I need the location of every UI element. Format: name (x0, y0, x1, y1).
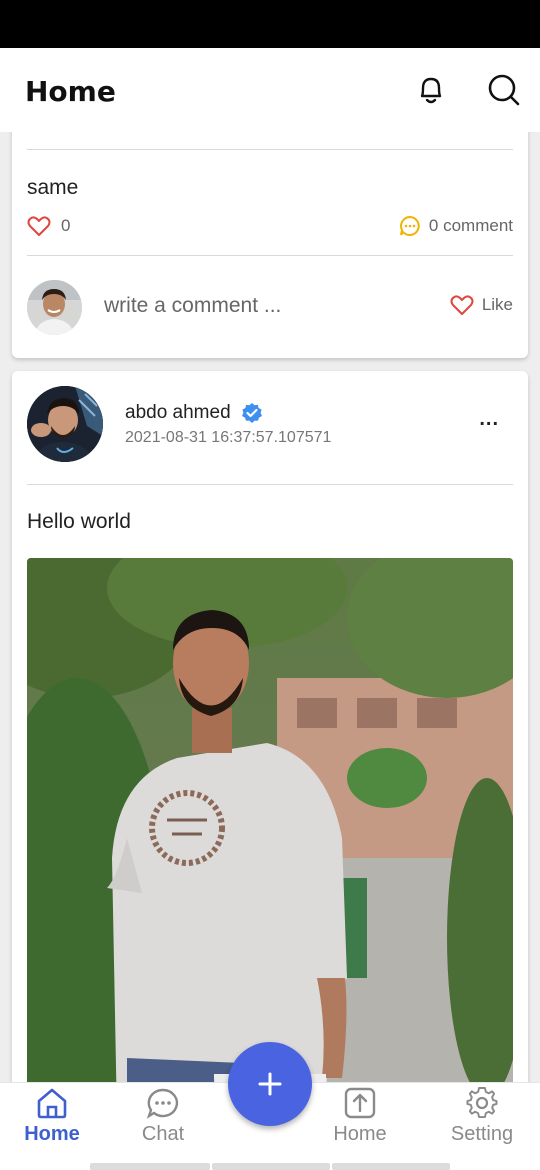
page-title: Home (25, 75, 116, 108)
post-more-button[interactable]: ... (479, 408, 499, 431)
home-indicator (332, 1163, 450, 1170)
nav-label: Home (333, 1123, 387, 1145)
heart-icon (450, 295, 474, 315)
chat-icon (146, 1088, 179, 1119)
like-count-button[interactable]: 0 (27, 215, 70, 237)
comment-icon (399, 215, 420, 236)
post-timestamp: 2021-08-31 16:37:57.107571 (125, 429, 332, 446)
post-image[interactable] (27, 558, 513, 1082)
status-bar (0, 0, 540, 48)
nav-label: Home (24, 1123, 80, 1145)
like-button[interactable]: Like (450, 294, 513, 316)
nav-item-upload[interactable]: Home (310, 1087, 410, 1157)
like-label: Like (481, 295, 513, 314)
gear-icon (466, 1087, 498, 1119)
nav-label: Chat (141, 1123, 185, 1145)
notifications-button[interactable] (413, 72, 449, 108)
home-indicator (90, 1163, 210, 1170)
author-name-row: abdo ahmed (125, 402, 263, 424)
post-text: Hello world (27, 510, 131, 533)
home-indicator (212, 1163, 330, 1170)
nav-item-chat[interactable]: Chat (113, 1087, 213, 1157)
verified-icon (241, 403, 262, 423)
upload-icon (344, 1087, 376, 1119)
bell-icon (420, 77, 442, 104)
nav-item-setting[interactable]: Setting (432, 1087, 532, 1157)
post-card: abdo ahmed 2021-08-31 16:37:57.107571 ..… (12, 371, 528, 1082)
post-header: abdo ahmed 2021-08-31 16:37:57.107571 ..… (27, 386, 513, 462)
search-button[interactable] (486, 72, 522, 108)
nav-label: Setting (450, 1123, 514, 1145)
comment-count-button[interactable]: 0 comment (399, 215, 513, 237)
divider (27, 149, 513, 150)
feed: same 0 0 comment write a comment ... Lik… (0, 132, 540, 1082)
heart-icon (27, 216, 51, 236)
nav-item-home[interactable]: Home (2, 1087, 102, 1157)
post-card: same 0 0 comment write a comment ... Lik… (12, 132, 528, 358)
search-icon (488, 74, 520, 106)
comment-input[interactable]: write a comment ... (104, 294, 281, 318)
comment-count: 0 comment (428, 216, 513, 235)
author-avatar[interactable] (27, 386, 103, 462)
post-stats: 0 0 comment (27, 215, 513, 241)
avatar (27, 280, 82, 335)
app-bar: Home (0, 48, 540, 132)
divider (27, 484, 513, 485)
post-text: same (27, 176, 79, 199)
create-post-button[interactable] (228, 1042, 312, 1126)
plus-icon (258, 1072, 282, 1096)
like-count: 0 (61, 216, 71, 235)
comment-composer: write a comment ... Like (27, 280, 513, 336)
author-name[interactable]: abdo ahmed (125, 402, 231, 424)
home-icon (37, 1088, 67, 1119)
divider (27, 255, 513, 256)
